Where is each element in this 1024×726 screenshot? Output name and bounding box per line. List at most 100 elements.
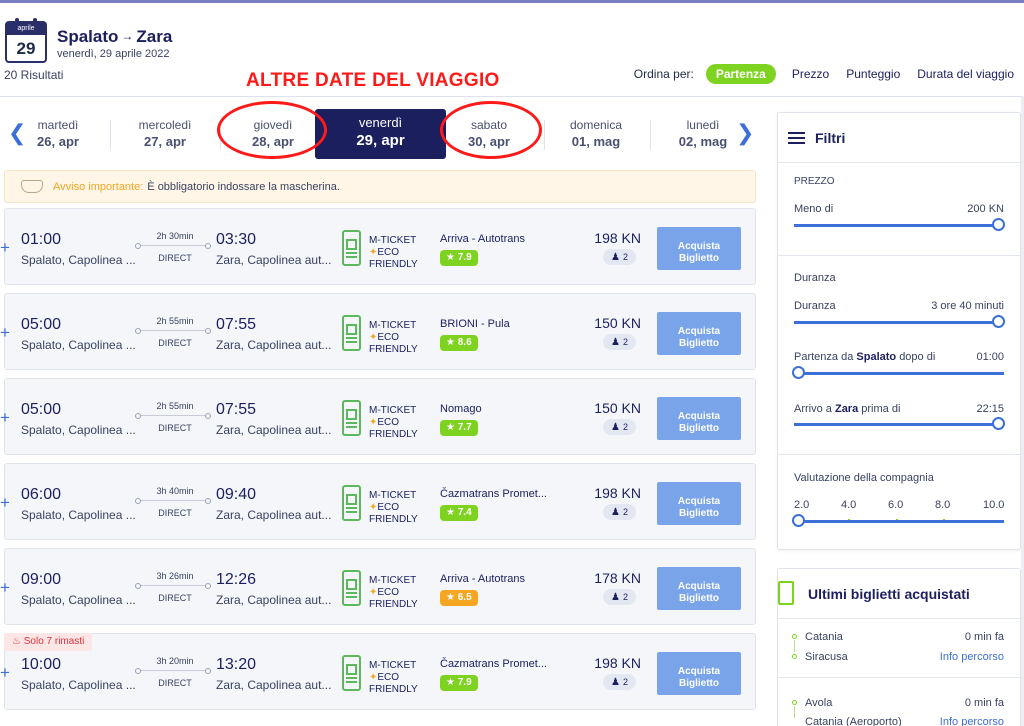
trip-type: DIRECT (158, 678, 192, 688)
filters-title: Filtri (815, 130, 846, 146)
buy-ticket-button[interactable]: Acquista Biglietto (657, 397, 741, 440)
departure-time: 06:00 (21, 486, 62, 503)
sort-option-duration[interactable]: Durata del viaggio (917, 67, 1014, 81)
travel-date: venerdì, 29 aprile 2022 (57, 48, 170, 60)
slider-handle[interactable] (992, 417, 1005, 430)
ticket-icon (778, 581, 794, 605)
arrival-time: 13:20 (216, 656, 257, 673)
arrival-station: Zara, Capolinea aut... (216, 678, 332, 692)
date-tab-tue[interactable]: martedì 26, apr (6, 118, 110, 149)
departure-filter-value: 01:00 (976, 351, 1004, 363)
arrival-station: Zara, Capolinea aut... (216, 338, 332, 352)
price: 150 KN (594, 400, 641, 416)
arrival-time: 12:26 (216, 571, 257, 588)
buy-ticket-button[interactable]: Acquista Biglietto (657, 482, 741, 525)
price: 198 KN (594, 655, 641, 671)
expand-plus-icon[interactable]: + (0, 238, 10, 258)
slider-handle[interactable] (992, 315, 1005, 328)
trip-card[interactable]: + 09:00 Spalato, Capolinea ... 3h 26min … (0, 548, 756, 625)
route-info-link[interactable]: Info percorso (940, 651, 1004, 663)
person-icon: ♟ (611, 422, 620, 433)
departure-slider[interactable] (792, 366, 1004, 379)
sort-bar: Ordina per: Partenza Prezzo Punteggio Du… (634, 64, 1014, 84)
trip-card[interactable]: + 05:00 Spalato, Capolinea ... 2h 55min … (0, 378, 756, 455)
arrival-station: Zara, Capolinea aut... (216, 423, 332, 437)
route-line (135, 498, 211, 504)
departure-station: Spalato, Capolinea ... (21, 593, 136, 607)
notice-text: È obbligatorio indossare la mascherina. (147, 180, 340, 193)
ticket-type: M-TICKET ✦ECO FRIENDLY (369, 575, 418, 610)
buy-ticket-button[interactable]: Acquista Biglietto (657, 227, 741, 270)
ticket-destination: Siracusa (805, 651, 848, 663)
last-tickets-title: Ultimi biglietti acquistati (808, 586, 970, 602)
departure-time: 05:00 (21, 316, 62, 333)
results-count: 20 Risultati (4, 68, 64, 82)
route-arrow-icon: → (121, 29, 134, 43)
slider-handle[interactable] (792, 514, 805, 527)
slider-handle[interactable] (992, 218, 1005, 231)
date-tab-sun[interactable]: domenica 01, mag (544, 118, 648, 149)
trip-duration: 3h 40min (156, 486, 194, 496)
expand-plus-icon[interactable]: + (0, 578, 10, 598)
arrival-slider[interactable] (794, 417, 1005, 430)
operator-name: Čazmatrans Promet... (440, 488, 547, 500)
route-to: Zara (136, 27, 173, 46)
expand-plus-icon[interactable]: + (0, 663, 10, 683)
date-tab-wed[interactable]: mercoledì 27, apr (113, 118, 217, 149)
chevron-right-icon[interactable]: ❯ (736, 120, 754, 146)
buy-ticket-button[interactable]: Acquista Biglietto (657, 312, 741, 355)
star-icon: ★ (446, 422, 455, 433)
seats-badge: ♟ 2 (603, 674, 636, 690)
route-from: Spalato (57, 27, 119, 46)
departure-time: 09:00 (21, 571, 62, 588)
star-icon: ★ (446, 507, 455, 518)
trip-card[interactable]: + 06:00 Spalato, Capolinea ... 3h 40min … (0, 463, 756, 540)
operator-name: Arriva - Autotrans (440, 573, 525, 585)
trip-card[interactable]: + 05:00 Spalato, Capolinea ... 2h 55min … (0, 293, 756, 370)
date-tab-fri-selected[interactable]: venerdì 29, apr (315, 109, 446, 159)
expand-plus-icon[interactable]: + (0, 323, 10, 343)
person-icon: ♟ (611, 677, 620, 688)
trip-card[interactable]: + 10:00 Spalato, Capolinea ... 3h 20min … (0, 633, 756, 710)
expand-plus-icon[interactable]: + (0, 493, 10, 513)
calendar-month: aprile (17, 25, 35, 32)
filter-divider (778, 454, 1020, 455)
rating-badge: ★ 7.7 (440, 420, 478, 436)
rating-badge: ★ 7.9 (440, 675, 478, 691)
price-slider[interactable] (794, 218, 1005, 231)
duration-section-label: Duranza (794, 272, 836, 284)
trip-card[interactable]: + 01:00 Spalato, Capolinea ... 2h 30min … (0, 208, 756, 285)
filter-sliders-icon (788, 131, 805, 145)
trip-type: DIRECT (158, 508, 192, 518)
last-tickets-header: Ultimi biglietti acquistati (778, 569, 1020, 619)
duration-filter-value: 3 ore 40 minuti (931, 300, 1004, 312)
trip-type: DIRECT (158, 593, 192, 603)
calendar-day: 29 (16, 39, 36, 58)
sort-option-price[interactable]: Prezzo (792, 67, 829, 81)
slider-handle[interactable] (792, 366, 805, 379)
trip-type: DIRECT (158, 253, 192, 263)
rating-section-label: Valutazione della compagnia (794, 472, 934, 484)
mobile-ticket-icon (342, 230, 361, 266)
operator-name: BRIONI - Pula (440, 318, 510, 330)
buy-ticket-button[interactable]: Acquista Biglietto (657, 567, 741, 610)
trip-duration: 2h 30min (156, 231, 194, 241)
star-icon: ★ (446, 592, 455, 603)
trip-duration: 2h 55min (156, 401, 194, 411)
route-line (135, 583, 211, 589)
departure-station: Spalato, Capolinea ... (21, 678, 136, 692)
arrival-station: Zara, Capolinea aut... (216, 508, 332, 522)
sort-option-score[interactable]: Punteggio (846, 67, 900, 81)
duration-slider[interactable] (794, 315, 1005, 328)
ticket-divider (778, 677, 1020, 678)
route-info-link[interactable]: Info percorso (940, 716, 1004, 726)
departure-station: Spalato, Capolinea ... (21, 423, 136, 437)
fire-icon: ♨ (12, 636, 21, 647)
last-tickets-panel: Ultimi biglietti acquistati Catania Sira… (777, 568, 1021, 726)
sort-option-departure[interactable]: Partenza (705, 64, 776, 84)
buy-ticket-button[interactable]: Acquista Biglietto (657, 652, 741, 695)
expand-plus-icon[interactable]: + (0, 408, 10, 428)
rating-slider[interactable] (792, 514, 1004, 527)
trip-duration: 3h 20min (156, 656, 194, 666)
route-line (135, 668, 211, 674)
